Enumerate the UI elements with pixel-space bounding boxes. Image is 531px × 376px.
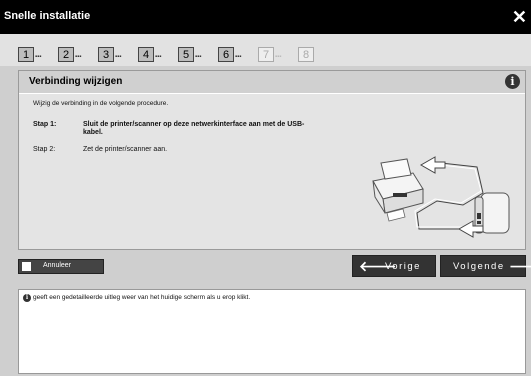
step-number: 4: [138, 47, 154, 62]
panel-header: Verbinding wijzigen i: [19, 71, 525, 94]
step-dots: ▪▪▪: [155, 54, 162, 60]
step-indicator: 1 ▪▪▪ 2 ▪▪▪ 3 ▪▪▪ 4 ▪▪▪ 5 ▪▪▪ 6 ▪▪▪ 7 ▪▪…: [0, 34, 531, 66]
content-panel: Verbinding wijzigen i Wijzig de verbindi…: [18, 70, 526, 250]
step-label: Stap 2:: [33, 146, 56, 153]
step-text: Sluit de printer/scanner op deze netwerk…: [83, 121, 305, 136]
info-icon: i: [23, 294, 31, 302]
step-dots: ▪▪▪: [115, 54, 122, 60]
step-dots: ▪▪▪: [235, 54, 242, 60]
step-label: Stap 1:: [33, 121, 57, 128]
next-button[interactable]: Volgende 🡒: [440, 255, 531, 277]
help-panel: i geeft een gedetailleerde uitleg weer v…: [18, 289, 526, 374]
step-number: 8: [298, 47, 314, 62]
instruction-text: Wijzig de verbinding in de volgende proc…: [33, 100, 169, 107]
step-number: 1: [18, 47, 34, 62]
step-dots: ▪▪▪: [75, 54, 82, 60]
help-text: geeft een gedetailleerde uitleg weer van…: [33, 294, 251, 301]
arrow-right-icon: 🡒: [509, 258, 531, 274]
step-number: 6: [218, 47, 234, 62]
title-bar: Snelle installatie ✕: [0, 0, 531, 34]
step-dots: ▪▪▪: [35, 54, 42, 60]
connection-illustration: [372, 156, 510, 238]
step-number: 7: [258, 47, 274, 62]
step-dots: ▪▪▪: [195, 54, 202, 60]
next-label: Volgende: [453, 261, 505, 272]
step-number: 3: [98, 47, 114, 62]
previous-button[interactable]: 🡐 Vorige: [352, 255, 436, 277]
button-bar: Annuleer 🡐 Vorige Volgende 🡒: [0, 252, 531, 286]
cancel-button[interactable]: Annuleer: [18, 259, 104, 274]
cancel-label: Annuleer: [43, 262, 72, 269]
info-icon[interactable]: i: [505, 74, 520, 89]
previous-label: Vorige: [385, 261, 421, 272]
step-number: 2: [58, 47, 74, 62]
panel-title: Verbinding wijzigen: [29, 76, 123, 87]
window-title: Snelle installatie: [4, 10, 91, 22]
step-dots: ▪▪▪: [275, 54, 282, 60]
close-icon[interactable]: ✕: [512, 8, 527, 26]
step-number: 5: [178, 47, 194, 62]
checkbox-icon: [22, 262, 31, 271]
step-text: Zet de printer/scanner aan.: [83, 146, 168, 153]
